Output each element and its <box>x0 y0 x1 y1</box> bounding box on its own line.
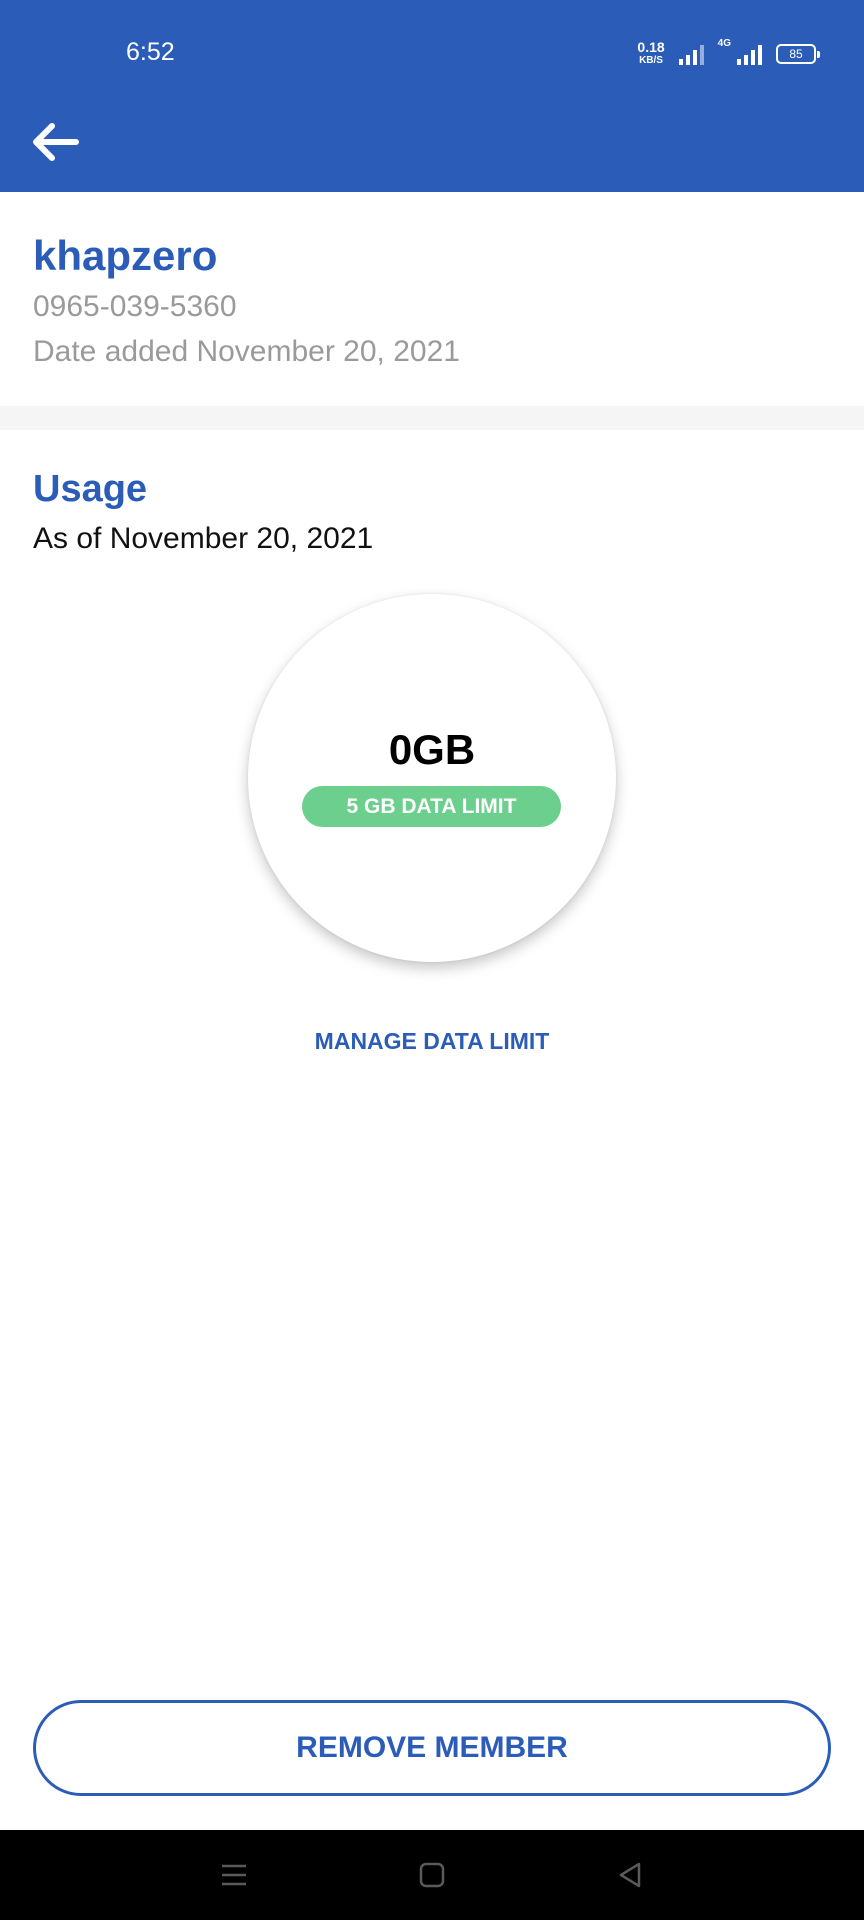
battery-icon: 85 <box>776 44 820 64</box>
network-speed-value: 0.18 <box>637 39 665 55</box>
member-phone: 0965-039-5360 <box>33 290 237 323</box>
network-speed: 0.18 KB/S <box>637 39 665 67</box>
system-nav-bar <box>0 1830 864 1920</box>
usage-value: 0GB <box>388 726 476 773</box>
section-divider <box>0 406 864 430</box>
remove-member-button[interactable]: REMOVE MEMBER <box>33 1700 831 1796</box>
member-name: khapzero <box>33 232 218 279</box>
menu-icon <box>222 1864 246 1886</box>
battery-level: 85 <box>789 47 803 61</box>
manage-data-limit-link[interactable]: MANAGE DATA LIMIT <box>0 1028 864 1055</box>
usage-title: Usage <box>33 468 148 510</box>
network-type: 4G <box>717 38 731 49</box>
network-speed-unit: KB/S <box>639 55 663 66</box>
status-time: 6:52 <box>126 38 175 66</box>
back-button[interactable] <box>28 118 84 166</box>
home-button[interactable] <box>414 1857 450 1893</box>
arrow-left-icon <box>33 123 79 161</box>
signal-4g-icon <box>737 43 762 65</box>
menu-button[interactable] <box>216 1857 252 1893</box>
usage-as-of: As of November 20, 2021 <box>33 522 374 555</box>
member-date-added: Date added November 20, 2021 <box>33 335 460 368</box>
status-icons: 0.18 KB/S 4G 85 <box>637 38 820 70</box>
usage-gauge: 0GB 5 GB DATA LIMIT <box>248 594 616 962</box>
app-header: 6:52 0.18 KB/S 4G 85 <box>0 0 864 192</box>
home-icon <box>419 1862 445 1888</box>
data-limit-badge: 5 GB DATA LIMIT <box>302 786 561 827</box>
member-profile: khapzero 0965-039-5360 Date added Novemb… <box>33 228 460 374</box>
back-triangle-icon <box>619 1862 641 1888</box>
system-back-button[interactable] <box>612 1857 648 1893</box>
signal-icon <box>678 43 704 65</box>
